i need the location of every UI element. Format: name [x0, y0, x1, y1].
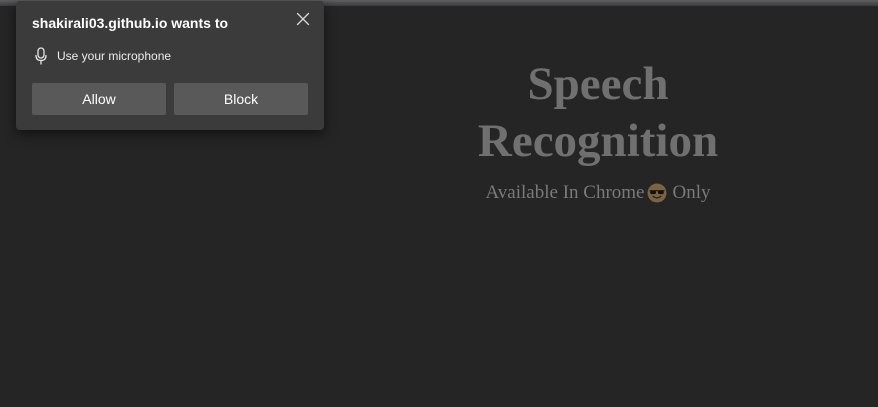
permission-row: Use your microphone [34, 47, 171, 65]
page-content: Speech Recognition Available In Chrome O… [398, 56, 798, 204]
subtitle-text-before: Available In Chrome [485, 182, 645, 203]
page-title: Speech Recognition [398, 56, 798, 170]
close-icon[interactable] [294, 10, 312, 28]
allow-button[interactable]: Allow [32, 83, 166, 115]
page-subtitle: Available In Chrome Only [398, 182, 798, 204]
microphone-icon [35, 47, 47, 65]
smiling-face-with-sunglasses-icon [647, 183, 666, 203]
subtitle-text-after: Only [672, 182, 711, 203]
page-title-line1: Speech [527, 58, 669, 110]
block-button[interactable]: Block [174, 83, 308, 115]
permission-popup: shakirali03.github.io wants to Use your … [16, 1, 324, 130]
permission-label: Use your microphone [57, 49, 172, 63]
page-title-line2: Recognition [477, 115, 719, 167]
popup-title: shakirali03.github.io wants to [32, 15, 229, 31]
